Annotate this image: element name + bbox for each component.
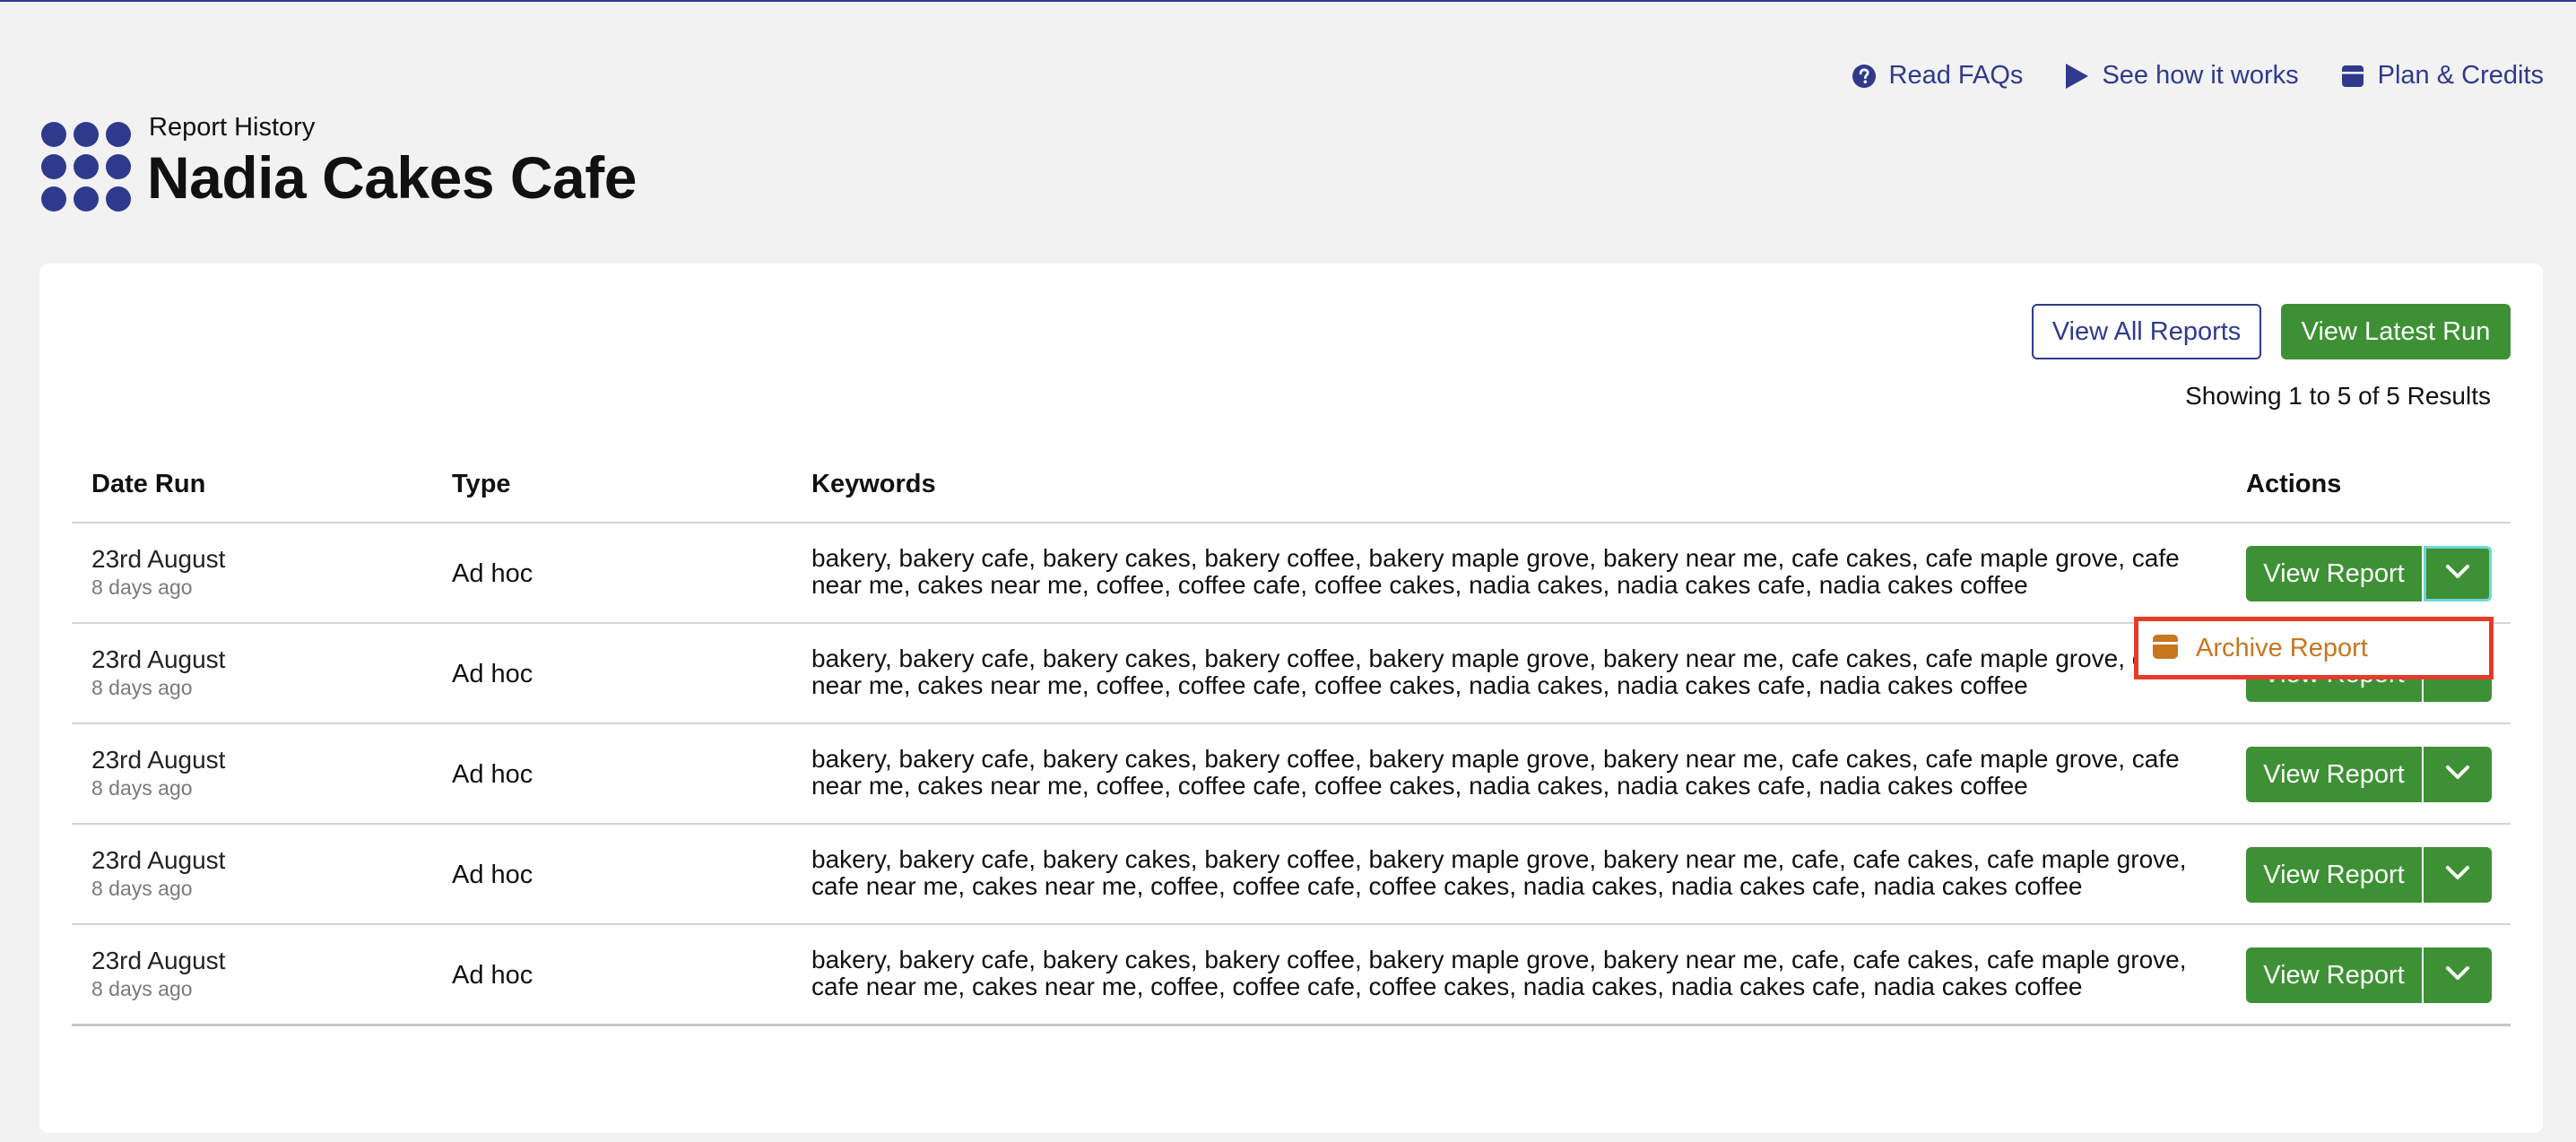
report-type: Ad hoc	[452, 660, 533, 688]
chevron-down-icon	[2444, 865, 2471, 886]
archive-report-menu-item[interactable]: Archive Report	[2134, 617, 2494, 679]
read-faqs-label: Read FAQs	[1888, 61, 2024, 90]
date-run: 23rd August	[91, 846, 226, 874]
column-header-type: Type	[452, 470, 511, 498]
date-run: 23rd August	[91, 645, 226, 673]
actions-dropdown-toggle[interactable]	[2424, 747, 2492, 802]
relative-date: 8 days ago	[91, 877, 193, 900]
report-table: Date Run Type Keywords Actions 23rd Augu…	[72, 470, 2511, 1026]
top-border	[0, 0, 2576, 2]
keywords: bakery, bakery cafe, bakery cakes, baker…	[811, 845, 2187, 900]
app-logo-icon	[39, 120, 133, 213]
relative-date: 8 days ago	[91, 977, 193, 1000]
plan-credits-label: Plan & Credits	[2377, 61, 2544, 90]
table-row: 23rd August 8 days ago Ad hoc bakery, ba…	[72, 724, 2511, 825]
date-run: 23rd August	[91, 545, 226, 573]
view-report-button[interactable]: View Report	[2246, 947, 2422, 1003]
actions-dropdown-toggle[interactable]	[2424, 546, 2492, 601]
view-report-button[interactable]: View Report	[2246, 847, 2422, 903]
column-header-keywords: Keywords	[811, 470, 936, 498]
view-all-reports-button[interactable]: View All Reports	[2032, 304, 2261, 359]
report-type: Ad hoc	[452, 861, 533, 889]
relative-date: 8 days ago	[91, 676, 193, 699]
plan-credits-link[interactable]: Plan & Credits	[2340, 61, 2544, 91]
row-actions: View Report	[2246, 947, 2492, 1003]
archive-icon	[2151, 632, 2180, 665]
results-count: Showing 1 to 5 of 5 Results	[2185, 382, 2491, 410]
table-row: 23rd August 8 days ago Ad hoc bakery, ba…	[72, 825, 2511, 925]
chevron-down-icon	[2444, 765, 2471, 785]
table-header: Date Run Type Keywords Actions	[72, 470, 2511, 523]
view-report-button[interactable]: View Report	[2246, 747, 2422, 802]
table-row: 23rd August 8 days ago Ad hoc bakery, ba…	[72, 523, 2511, 624]
top-nav: Read FAQs See how it works Plan & Credit…	[1852, 61, 2544, 91]
chevron-down-icon	[2444, 965, 2471, 986]
column-header-actions: Actions	[2246, 470, 2342, 498]
report-type: Ad hoc	[452, 559, 533, 588]
table-row: 23rd August 8 days ago Ad hoc bakery, ba…	[72, 925, 2511, 1026]
see-how-it-works-label: See how it works	[2102, 61, 2299, 90]
archive-report-label: Archive Report	[2196, 633, 2368, 662]
play-icon	[2064, 63, 2089, 90]
relative-date: 8 days ago	[91, 575, 193, 599]
keywords: bakery, bakery cafe, bakery cakes, baker…	[811, 544, 2180, 599]
column-header-date-run: Date Run	[91, 470, 206, 498]
read-faqs-link[interactable]: Read FAQs	[1852, 61, 2024, 91]
keywords: bakery, bakery cafe, bakery cakes, baker…	[811, 946, 2187, 1000]
date-run: 23rd August	[91, 746, 226, 774]
view-latest-run-button[interactable]: View Latest Run	[2281, 304, 2511, 359]
actions-dropdown-toggle[interactable]	[2424, 947, 2492, 1003]
row-actions: View Report	[2246, 847, 2492, 903]
page-title: Nadia Cakes Cafe	[147, 144, 637, 211]
archive-box-icon	[2340, 64, 2365, 89]
keywords: bakery, bakery cafe, bakery cakes, baker…	[811, 645, 2180, 699]
chevron-down-icon	[2444, 564, 2471, 584]
keywords: bakery, bakery cafe, bakery cakes, baker…	[811, 745, 2180, 800]
report-type: Ad hoc	[452, 961, 533, 990]
question-circle-icon	[1852, 64, 1877, 89]
row-actions: View Report	[2246, 546, 2492, 601]
page-subtitle: Report History	[149, 113, 316, 142]
row-actions: View Report	[2246, 747, 2492, 802]
relative-date: 8 days ago	[91, 776, 193, 800]
report-history-card: View All Reports View Latest Run Showing…	[39, 264, 2543, 1133]
report-type: Ad hoc	[452, 760, 533, 789]
see-how-it-works-link[interactable]: See how it works	[2064, 61, 2299, 91]
date-run: 23rd August	[91, 947, 226, 974]
view-report-button[interactable]: View Report	[2246, 546, 2422, 601]
actions-dropdown-toggle[interactable]	[2424, 847, 2492, 903]
